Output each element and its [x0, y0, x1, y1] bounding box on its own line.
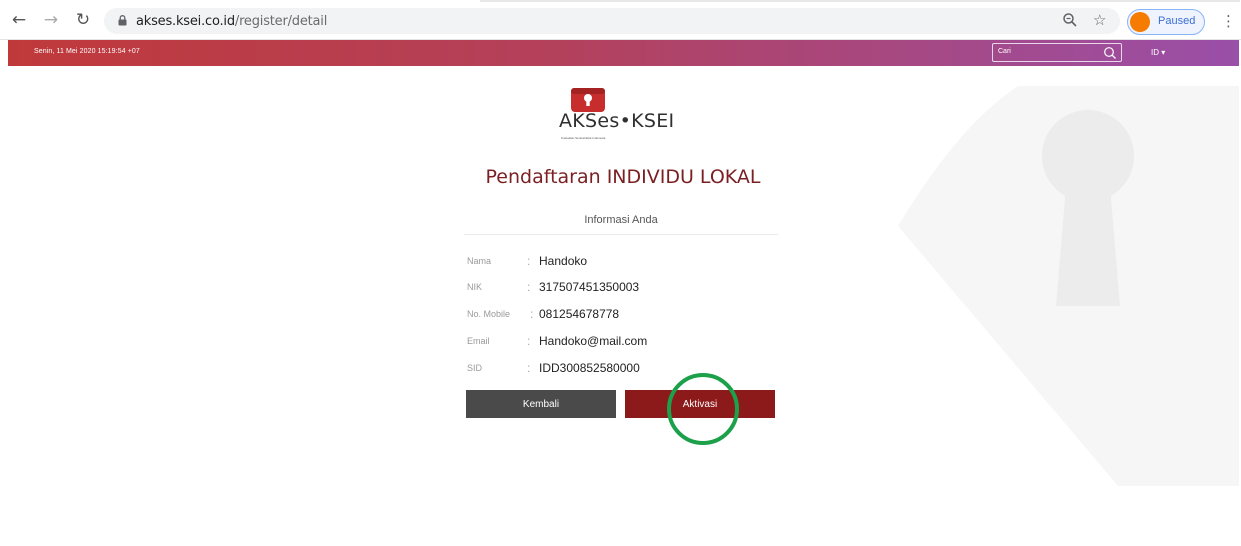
- field-separator: :: [527, 254, 531, 268]
- page-title: Pendaftaran INDIVIDU LOKAL: [485, 166, 761, 188]
- highlight-circle-annotation: [667, 373, 739, 445]
- browser-toolbar: ← → ↻ akses.ksei.co.id/register/detail ☆…: [0, 0, 1241, 40]
- logo-tagline: Kustodian Sentral Efek Indonesia: [561, 136, 606, 140]
- back-arrow-icon[interactable]: ←: [8, 9, 30, 31]
- field-label: No. Mobile: [467, 309, 511, 319]
- section-divider: [464, 234, 778, 235]
- tab-strip: [480, 0, 1240, 2]
- language-selector[interactable]: ID ▾: [1151, 48, 1165, 57]
- field-value: 081254678778: [539, 307, 620, 321]
- field-row-name: Nama : Handoko: [467, 253, 807, 271]
- search-icon[interactable]: [1103, 46, 1117, 60]
- field-value: 317507451350003: [539, 280, 640, 294]
- search-placeholder: Cari: [998, 48, 1011, 55]
- field-separator: :: [527, 280, 531, 294]
- field-label: Email: [467, 336, 490, 346]
- bookmark-star-icon[interactable]: ☆: [1093, 11, 1106, 29]
- lock-icon: [118, 15, 127, 26]
- keyhole-watermark-icon: [898, 86, 1239, 486]
- field-label: SID: [467, 363, 483, 373]
- field-label: Nama: [467, 256, 492, 266]
- address-url[interactable]: akses.ksei.co.id/register/detail: [136, 14, 327, 29]
- akses-ksei-logo: AKSes•KSEI Kustodian Sentral Efek Indone…: [559, 84, 699, 146]
- field-value: Handoko: [539, 254, 588, 268]
- back-button[interactable]: Kembali: [466, 390, 616, 418]
- field-row-mobile: No. Mobile : 081254678778: [467, 306, 807, 324]
- field-value: Handoko@mail.com: [539, 334, 648, 348]
- url-host: akses.ksei.co.id: [136, 14, 235, 29]
- field-label: NIK: [467, 282, 483, 292]
- zoom-icon[interactable]: [1062, 12, 1078, 28]
- profile-button[interactable]: Paused: [1127, 9, 1205, 35]
- profile-status-label: Paused: [1158, 15, 1196, 27]
- field-value: IDD300852580000: [539, 361, 640, 375]
- search-input[interactable]: Cari: [992, 43, 1122, 62]
- profile-avatar: [1130, 12, 1150, 32]
- field-row-email: Email : Handoko@mail.com: [467, 333, 807, 351]
- site-header-bar: Senin, 11 Mei 2020 15:19:54 +07 Cari ID …: [8, 40, 1239, 66]
- more-menu-icon[interactable]: ⋮: [1221, 12, 1236, 30]
- reload-icon[interactable]: ↻: [72, 9, 94, 31]
- logo-brand-text: AKSes•KSEI: [559, 110, 675, 132]
- field-separator: :: [527, 361, 531, 375]
- main-content: AKSes•KSEI Kustodian Sentral Efek Indone…: [8, 66, 1239, 544]
- header-datetime: Senin, 11 Mei 2020 15:19:54 +07: [34, 48, 140, 55]
- field-separator: :: [530, 307, 534, 321]
- url-path: /register/detail: [234, 14, 328, 29]
- forward-arrow-icon[interactable]: →: [40, 9, 62, 31]
- section-subtitle: Informasi Anda: [584, 214, 658, 226]
- field-row-nik: NIK : 317507451350003: [467, 279, 807, 297]
- field-row-sid: SID : IDD300852580000: [467, 360, 807, 378]
- field-separator: :: [527, 334, 531, 348]
